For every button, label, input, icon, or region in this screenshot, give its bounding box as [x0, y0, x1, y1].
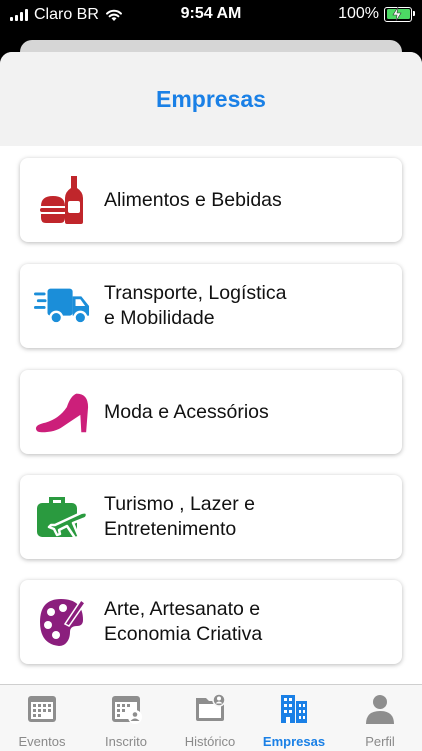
category-card-transport[interactable]: Transporte, Logística e Mobilidade: [20, 264, 402, 348]
high-heel-icon: [34, 384, 90, 440]
calendar-user-icon: [112, 696, 142, 724]
category-label: Turismo , Lazer e Entretenimento: [104, 493, 255, 540]
delivery-truck-icon: [34, 278, 90, 334]
food-drink-icon: [34, 172, 90, 228]
travel-bag-icon: [34, 489, 90, 545]
header: Empresas: [0, 52, 422, 146]
tab-perfil[interactable]: Perfil: [338, 691, 422, 749]
battery-percent: 100%: [338, 5, 379, 22]
battery-icon: [384, 6, 415, 22]
tab-label: Perfil: [365, 734, 395, 749]
tab-label: Inscrito: [105, 734, 147, 749]
tab-inscrito[interactable]: Inscrito: [84, 691, 168, 749]
category-label: Alimentos e Bebidas: [104, 188, 282, 211]
page-title: Empresas: [156, 85, 266, 112]
palette-icon: [34, 594, 90, 650]
category-label: Arte, Artesanato e Economia Criativa: [104, 598, 263, 645]
folder-user-icon: [196, 693, 226, 721]
buildings-icon: [281, 695, 307, 723]
main-sheet: Empresas Alimentos e Bebidas Transporte,…: [0, 52, 422, 750]
tab-eventos[interactable]: Eventos: [0, 691, 84, 749]
category-card-fashion[interactable]: Moda e Acessórios: [20, 370, 402, 454]
tab-label: Eventos: [18, 734, 66, 749]
calendar-icon: [28, 696, 56, 722]
category-label: Moda e Acessórios: [104, 400, 269, 423]
category-card-food[interactable]: Alimentos e Bebidas: [20, 158, 402, 242]
category-label: Transporte, Logística e Mobilidade: [104, 282, 287, 329]
tab-label: Histórico: [184, 734, 236, 749]
tab-bar: Eventos Inscrito Histórico Empresas Perf…: [0, 684, 422, 751]
tab-historico[interactable]: Histórico: [168, 691, 252, 749]
person-icon: [366, 695, 394, 724]
status-right: 100%: [338, 5, 415, 23]
tab-label: Empresas: [262, 734, 326, 749]
category-card-tourism[interactable]: Turismo , Lazer e Entretenimento: [20, 475, 402, 559]
category-card-art[interactable]: Arte, Artesanato e Economia Criativa: [20, 580, 402, 664]
tab-empresas[interactable]: Empresas: [252, 691, 336, 749]
status-bar: Claro BR 9:54 AM 100%: [0, 0, 422, 30]
